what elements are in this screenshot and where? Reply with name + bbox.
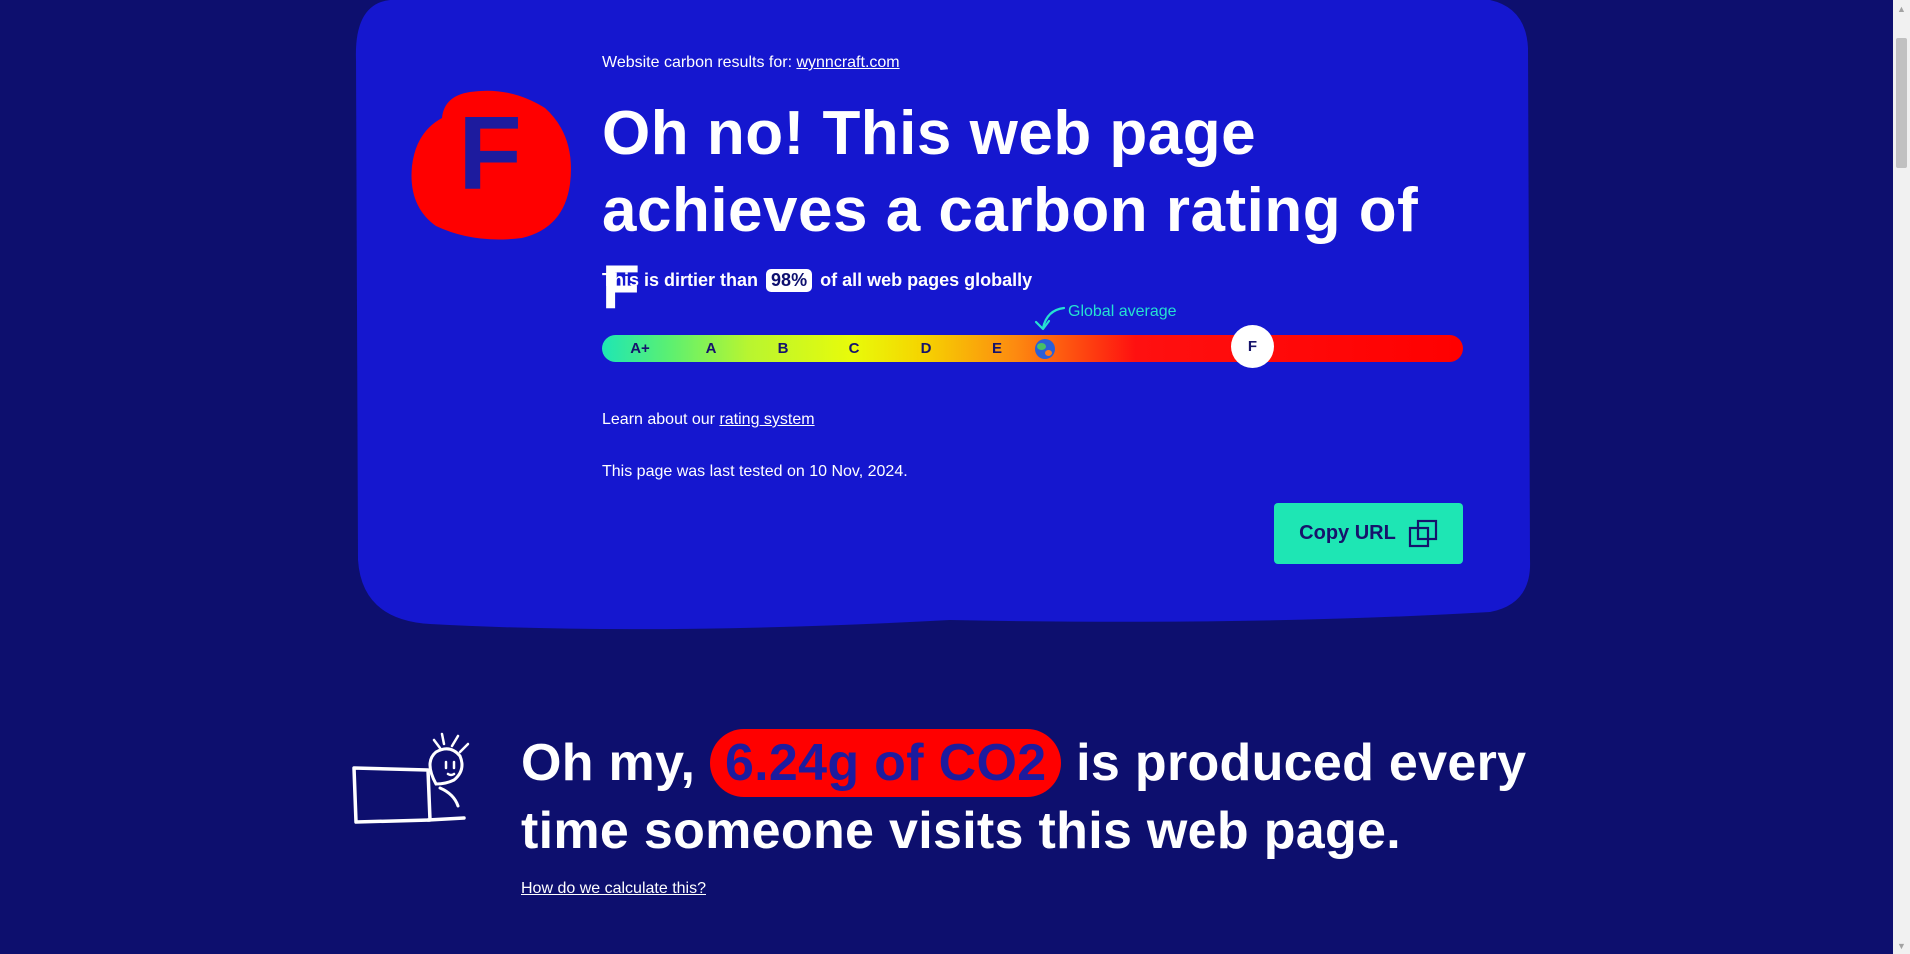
how-calculated-link[interactable]: How do we calculate this? <box>521 880 706 898</box>
dirtier-statement: This is dirtier than 98% of all web page… <box>602 269 1032 292</box>
emissions-statement: Oh my, 6.24g of CO2 is produced every ti… <box>521 729 1531 865</box>
curved-arrow-icon <box>1034 306 1066 331</box>
globe-icon <box>1035 339 1055 359</box>
rating-label-a: A <box>705 340 717 357</box>
vertical-scrollbar[interactable]: ▲ ▼ <box>1893 0 1910 954</box>
copy-icon <box>1408 519 1437 547</box>
scroll-up-arrow-icon[interactable]: ▲ <box>1893 0 1910 17</box>
last-tested-text: This page was last tested on 10 Nov, 202… <box>602 463 908 480</box>
copy-url-button[interactable]: Copy URL <box>1274 503 1463 564</box>
co2-amount-highlight: 6.24g of CO2 <box>709 729 1062 797</box>
dirtier-suffix: of all web pages globally <box>820 270 1033 290</box>
scroll-down-arrow-icon[interactable]: ▼ <box>1893 937 1910 954</box>
emissions-prefix: Oh my, <box>521 734 696 792</box>
person-with-laptop-illustration <box>352 732 470 824</box>
learn-rating-line: Learn about our rating system <box>602 411 815 429</box>
rating-label-a-plus: A+ <box>630 340 650 357</box>
dirtier-prefix: This is dirtier than <box>602 270 759 290</box>
results-for-line: Website carbon results for: wynncraft.co… <box>602 54 900 72</box>
rating-label-b: B <box>777 340 789 357</box>
rating-label-e: E <box>991 340 1002 357</box>
rating-scale-bar: A+ A B C D E F <box>602 325 1463 368</box>
copy-url-label: Copy URL <box>1299 522 1396 544</box>
current-rating-marker: F <box>1231 325 1274 368</box>
rating-label-c: C <box>848 340 860 357</box>
percent-badge: 98% <box>766 269 813 292</box>
global-average-label: Global average <box>1068 303 1177 320</box>
tested-domain-link[interactable]: wynncraft.com <box>796 54 899 71</box>
scrollbar-thumb[interactable] <box>1896 38 1907 168</box>
learn-text: Learn about our <box>602 411 715 428</box>
results-for-label: Website carbon results for: <box>602 54 793 71</box>
rating-label-d: D <box>920 340 932 357</box>
grade-letter: F <box>458 96 522 212</box>
rating-system-link[interactable]: rating system <box>719 411 814 428</box>
